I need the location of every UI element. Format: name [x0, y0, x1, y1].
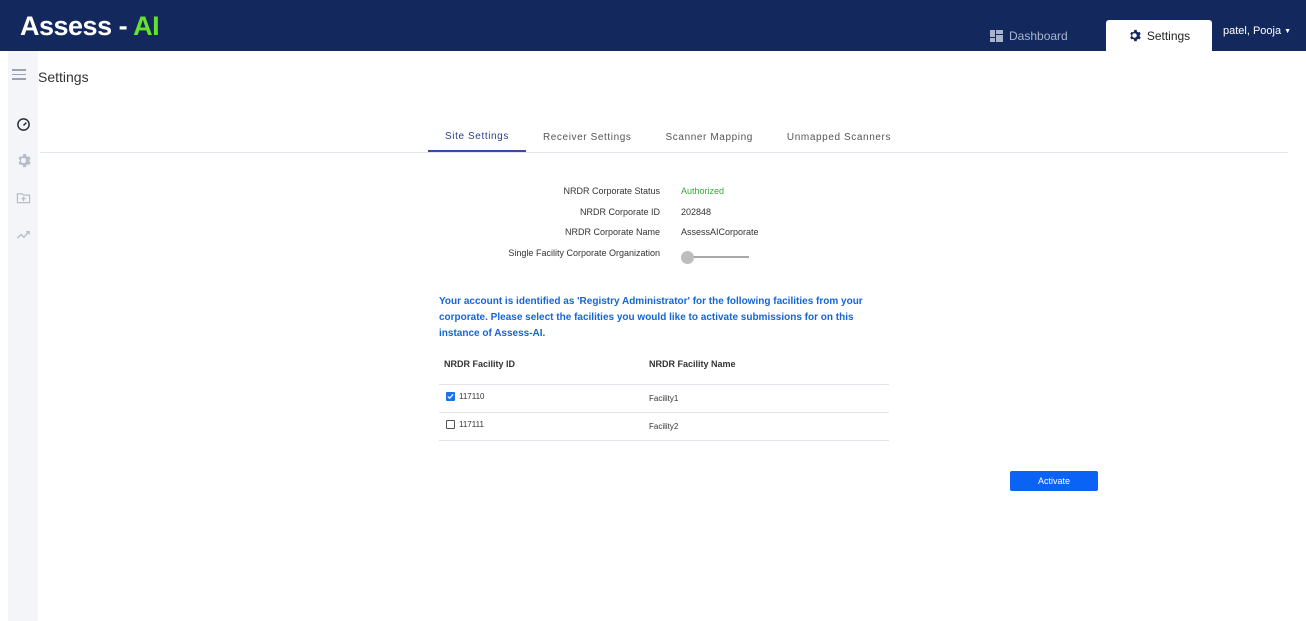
- toggle-knob[interactable]: [681, 251, 694, 264]
- logo-accent-text: AI: [133, 11, 160, 41]
- speedometer-icon[interactable]: [16, 117, 31, 132]
- corporate-name-value: AssessAICorporate: [681, 227, 759, 237]
- activate-button[interactable]: Activate: [1010, 471, 1098, 491]
- corporate-status-label: NRDR Corporate Status: [563, 186, 660, 196]
- settings-tabs: Site Settings Receiver Settings Scanner …: [428, 122, 908, 152]
- nav-dashboard-label: Dashboard: [1009, 29, 1068, 43]
- column-header-facility-name: NRDR Facility Name: [649, 359, 736, 369]
- logo-text: Assess -: [20, 11, 134, 41]
- facility-checkbox[interactable]: [446, 420, 455, 429]
- hamburger-icon[interactable]: [12, 69, 26, 80]
- user-menu[interactable]: patel, Pooja ▼: [1223, 25, 1291, 37]
- facility-checkbox[interactable]: [446, 392, 455, 401]
- nav-dashboard[interactable]: Dashboard: [990, 28, 1068, 44]
- registry-admin-notice: Your account is identified as 'Registry …: [439, 296, 863, 339]
- app-logo[interactable]: Assess - AI: [20, 11, 160, 41]
- trend-chart-icon[interactable]: [16, 227, 31, 242]
- tabs-divider: [40, 152, 1288, 153]
- checkmark-icon: [447, 393, 454, 400]
- table-row-divider: [439, 440, 889, 441]
- page-title: Settings: [38, 69, 89, 85]
- corporate-status-value: Authorized: [681, 186, 725, 196]
- dashboard-grid-icon: [990, 30, 1003, 42]
- tab-receiver-settings[interactable]: Receiver Settings: [526, 122, 649, 152]
- folder-upload-icon[interactable]: [16, 190, 31, 205]
- nav-settings[interactable]: Settings: [1106, 20, 1212, 51]
- single-facility-label: Single Facility Corporate Organization: [508, 248, 660, 258]
- table-row-divider: [439, 412, 889, 413]
- tab-site-settings[interactable]: Site Settings: [428, 122, 526, 152]
- sidebar: [8, 51, 38, 621]
- top-bar: Assess - AI Dashboard Settings patel, Po…: [0, 0, 1306, 51]
- table-row-divider: [439, 384, 889, 385]
- corporate-id-value: 202848: [681, 207, 712, 217]
- tab-scanner-mapping[interactable]: Scanner Mapping: [649, 122, 770, 152]
- gear-icon: [1130, 29, 1141, 42]
- corporate-id-label: NRDR Corporate ID: [579, 207, 660, 217]
- toggle-track: [687, 256, 749, 258]
- corporate-name-label: NRDR Corporate Name: [564, 227, 660, 237]
- table-row: 117110: [446, 392, 485, 401]
- gear-icon[interactable]: [16, 153, 31, 168]
- facility-name: Facility1: [649, 394, 679, 403]
- caret-down-icon: ▼: [1284, 27, 1292, 35]
- column-header-facility-id: NRDR Facility ID: [444, 359, 516, 369]
- single-facility-toggle[interactable]: [681, 251, 749, 264]
- table-row: 117111: [446, 420, 484, 429]
- user-name: patel, Pooja: [1223, 25, 1282, 37]
- facility-name: Facility2: [649, 422, 679, 431]
- facility-id: 117111: [459, 420, 484, 429]
- tab-unmapped-scanners[interactable]: Unmapped Scanners: [770, 122, 908, 152]
- facility-id: 117110: [459, 392, 485, 401]
- nav-settings-label: Settings: [1146, 28, 1191, 43]
